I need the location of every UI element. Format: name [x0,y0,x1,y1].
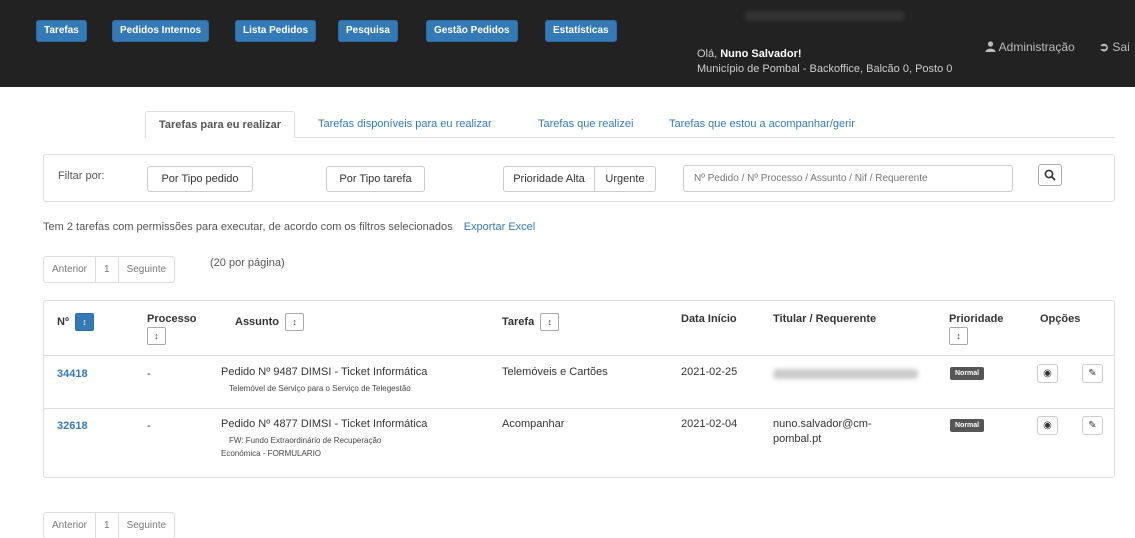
header-tarefa: Tarefa ↕ [502,313,560,331]
header-data-inicio: Data Início [681,313,737,325]
nav-button-pesquisa[interactable]: Pesquisa [338,20,398,42]
logout-link[interactable]: ➲ Sai [1099,40,1130,54]
row-1-assunto-detail: Telemóvel de Serviço para o Serviço de T… [229,384,411,393]
row-2-num-link[interactable]: 32618 [57,420,88,432]
row-2-priority-badge: Normal [950,419,985,432]
sort-processo-button[interactable]: ↕ [147,327,166,345]
top-navbar: Tarefas Pedidos Internos Lista Pedidos P… [0,0,1135,87]
pager-prev-button[interactable]: Anterior [44,513,97,538]
row-2-tarefa: Acompanhar [502,418,565,430]
row-1-assunto: Pedido Nº 9487 DIMSI - Ticket Informátic… [221,366,428,378]
pager-prev-button[interactable]: Anterior [44,257,97,282]
sort-num-button[interactable]: ↕ [75,313,95,331]
nav-button-pedidos-internos[interactable]: Pedidos Internos [112,20,210,42]
pager-page-1[interactable]: 1 [96,513,119,538]
sort-tarefa-button[interactable]: ↕ [540,313,560,331]
nav-button-tarefas[interactable]: Tarefas [36,20,87,42]
sort-prioridade-button[interactable]: ↕ [949,327,968,345]
row-2-assunto: Pedido Nº 4877 DIMSI - Ticket Informátic… [221,418,428,430]
blurred-email [745,11,905,21]
row-1-priority-badge: Normal [950,367,985,380]
tab-tarefas-acompanhar[interactable]: Tarefas que estou a acompanhar/gerir [669,111,855,138]
tab-tarefas-que-realizei[interactable]: Tarefas que realizei [538,111,633,138]
tab-tarefas-disponiveis[interactable]: Tarefas disponíveis para eu realizar [318,111,492,138]
eye-icon: ◉ [1043,420,1052,431]
header-num: Nº ↕ [57,313,95,331]
user-icon [985,41,996,52]
filter-label: Filtar por: [58,170,105,182]
filter-urgente-button[interactable]: Urgente [594,166,656,192]
per-page-label: (20 por página) [210,257,285,269]
header-titular: Titular / Requerente [773,313,877,325]
row-2-assunto-detail: FW: Fundo Extraordinário de Recuperação [229,436,382,445]
user-location: Município de Pombal - Backoffice, Balcão… [697,63,953,75]
export-excel-link[interactable]: Exportar Excel [464,221,536,233]
edit-icon: ✎ [1088,368,1097,379]
administration-label: Administração [998,40,1075,54]
row-2-edit-button[interactable]: ✎ [1082,416,1103,435]
row-1-edit-button[interactable]: ✎ [1082,364,1103,383]
eye-icon: ◉ [1043,368,1052,379]
row-divider [44,408,1114,409]
pager-next-button[interactable]: Seguinte [119,513,174,538]
row-2-titular-line-2: pombal.pt [773,433,822,445]
header-assunto: Assunto ↕ [235,313,305,331]
header-prioridade: Prioridade ↕ [949,313,1003,345]
row-2-assunto-detail-2: Económica - FORMULARIO [221,449,322,458]
nav-button-estatisticas[interactable]: Estatísticas [545,20,617,42]
results-count-text: Tem 2 tarefas com permissões para execut… [43,221,453,233]
filter-tipo-tarefa-button[interactable]: Por Tipo tarefa [326,166,425,192]
filter-tipo-pedido-button[interactable]: Por Tipo pedido [147,166,253,192]
pager-page-1[interactable]: 1 [96,257,119,282]
row-2-processo: - [147,420,151,432]
pager-next-button[interactable]: Seguinte [119,257,174,282]
header-opcoes: Opções [1040,313,1081,325]
search-button[interactable] [1038,164,1062,186]
search-icon [1044,169,1056,181]
row-1-num-link[interactable]: 34418 [57,368,88,380]
edit-icon: ✎ [1088,420,1097,431]
filter-prioridade-alta-button[interactable]: Prioridade Alta [503,166,595,192]
user-greeting: Olá, Nuno Salvador! [697,48,802,60]
results-summary: Tem 2 tarefas com permissões para execut… [43,221,535,233]
row-1-processo: - [147,368,151,380]
row-1-view-button[interactable]: ◉ [1037,364,1058,383]
row-2-titular: nuno.salvador@cm- [773,418,872,430]
administration-link[interactable]: Administração [985,40,1075,54]
row-2-view-button[interactable]: ◉ [1037,416,1058,435]
row-1-data-inicio: 2021-02-25 [681,366,738,378]
row-2-data-inicio: 2021-02-04 [681,418,738,430]
sign-out-icon: ➲ [1099,40,1110,54]
header-processo: Processo ↕ [147,313,197,345]
search-input[interactable] [683,165,1013,192]
row-1-tarefa: Telemóveis e Cartões [502,366,608,378]
pager-bottom: Anterior 1 Seguinte [43,512,176,538]
row-1-titular-blurred [773,369,918,379]
sort-assunto-button[interactable]: ↕ [285,313,305,331]
pager-top: Anterior 1 Seguinte [43,256,176,283]
header-divider [44,355,1114,356]
tab-tarefas-para-eu-realizar[interactable]: Tarefas para eu realizar [145,111,296,138]
nav-button-lista-pedidos[interactable]: Lista Pedidos [235,20,317,42]
nav-button-gestao-pedidos[interactable]: Gestão Pedidos [426,20,518,42]
logout-label: Sai [1112,40,1130,54]
